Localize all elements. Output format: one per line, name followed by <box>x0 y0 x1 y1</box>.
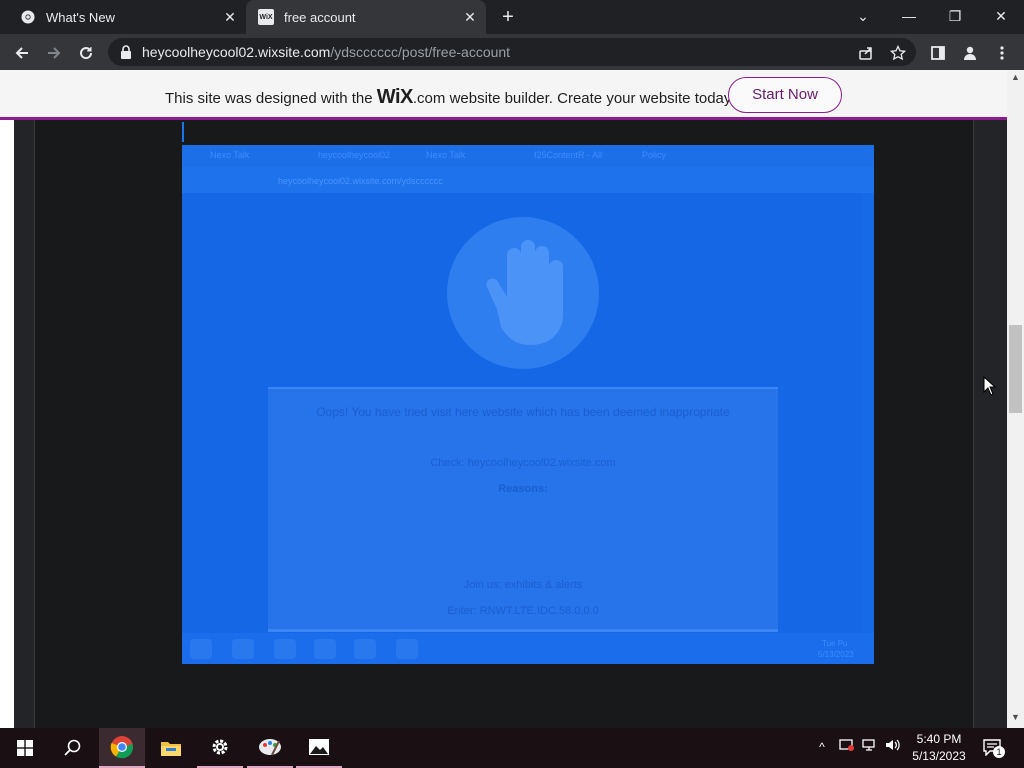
reload-button[interactable] <box>76 43 96 63</box>
embedded-url: heycoolheycool02.wixsite.com/ydscccccc <box>278 176 443 186</box>
embedded-tab: heycoolheycool02 <box>318 150 391 160</box>
card-line: Enter: RNWT.LTE.IDC.58.0.0.0 <box>447 605 599 617</box>
scroll-down-arrow-icon[interactable]: ▼ <box>1009 712 1022 726</box>
embedded-taskbar-icon <box>314 639 336 659</box>
file-explorer-icon[interactable] <box>148 728 194 768</box>
card-line: Check: heycoolheycool02.wixsite.com <box>430 457 616 469</box>
text-caret <box>182 122 184 142</box>
close-tab-icon[interactable]: ✕ <box>222 9 238 25</box>
new-tab-button[interactable]: + <box>498 7 518 27</box>
card-line: Join us: exhibits & alerts <box>463 579 583 591</box>
mouse-cursor-icon <box>983 375 997 396</box>
embedded-tab-strip <box>182 145 874 167</box>
bookmark-star-icon[interactable] <box>888 43 908 63</box>
restore-button[interactable]: ❐ <box>942 5 968 27</box>
embedded-tab: f25ContentR - All <box>534 150 603 160</box>
embedded-tab: Nexo Talk <box>426 150 466 160</box>
search-icon[interactable] <box>50 728 96 768</box>
tab-free-account[interactable]: WiX free account ✕ <box>246 0 486 34</box>
tab-search-button[interactable]: ⌄ <box>850 5 876 27</box>
tab-title: What's New <box>46 9 115 25</box>
embedded-taskbar-icon <box>354 639 376 659</box>
system-clock[interactable]: 5:40 PM 5/13/2023 <box>905 731 973 765</box>
tab-title: free account <box>284 9 356 25</box>
menu-icon[interactable] <box>992 43 1012 63</box>
url-text[interactable]: heycoolheycool02.wixsite.com/ydscccccc/p… <box>142 44 510 60</box>
scroll-up-arrow-icon[interactable]: ▲ <box>1009 72 1022 86</box>
settings-icon[interactable] <box>197 728 243 768</box>
back-button[interactable] <box>12 43 32 63</box>
tab-whats-new[interactable]: What's New ✕ <box>8 0 246 34</box>
minimize-button[interactable]: — <box>896 5 922 27</box>
clock-time: 5:40 PM <box>916 732 962 746</box>
embedded-taskbar-icon <box>274 639 296 659</box>
embedded-taskbar-icon <box>396 639 418 659</box>
paint-icon[interactable] <box>247 728 293 768</box>
network-icon[interactable] <box>861 738 879 756</box>
url-path: /ydscccccc/post/free-account <box>330 44 511 60</box>
blocked-card: Oops! You have tried visit here website … <box>268 387 778 632</box>
embedded-taskbar-icon <box>232 639 254 659</box>
start-now-button[interactable]: Start Now <box>728 77 842 113</box>
embedded-time: Tue Pu <box>822 639 848 648</box>
stop-hand-circle <box>447 217 599 369</box>
window-close-button[interactable]: ✕ <box>988 5 1014 27</box>
wix-logo: WiX <box>376 86 414 108</box>
photos-icon[interactable] <box>296 728 342 768</box>
embedded-tab: Policy <box>642 150 667 160</box>
show-hidden-icons-icon[interactable]: ^ <box>813 738 831 756</box>
wix-favicon: WiX <box>258 9 274 25</box>
wix-banner-text: This site was designed with the WiX.com … <box>165 86 735 108</box>
notifications-icon[interactable]: 1 <box>982 738 1005 758</box>
stop-hand-icon <box>486 240 563 345</box>
card-line: Reasons: <box>498 483 548 495</box>
chrome-icon <box>20 9 36 25</box>
notification-badge: 1 <box>993 746 1005 758</box>
embedded-date: 5/13/2023 <box>818 650 854 659</box>
chrome-icon[interactable] <box>99 728 145 768</box>
clock-date: 5/13/2023 <box>912 749 966 763</box>
windows-start-icon[interactable] <box>2 728 48 768</box>
embedded-tab: Nexo Talk <box>210 150 250 160</box>
lock-icon[interactable] <box>116 42 136 62</box>
share-icon[interactable] <box>856 43 876 63</box>
security-alert-icon[interactable] <box>838 738 856 756</box>
url-host: heycoolheycool02.wixsite.com <box>142 44 331 60</box>
post-image[interactable]: Nexo Talk heycoolheycool02 Nexo Talk f25… <box>182 145 874 664</box>
side-panel-icon[interactable] <box>928 43 948 63</box>
card-heading: Oops! You have tried visit here website … <box>316 405 730 419</box>
embedded-taskbar-icon <box>190 639 212 659</box>
volume-icon[interactable] <box>884 738 902 756</box>
forward-button[interactable] <box>44 43 64 63</box>
scrollbar-thumb[interactable] <box>1009 325 1022 413</box>
page-margin <box>0 120 14 728</box>
close-tab-icon[interactable]: ✕ <box>462 9 478 25</box>
profile-icon[interactable] <box>960 43 980 63</box>
